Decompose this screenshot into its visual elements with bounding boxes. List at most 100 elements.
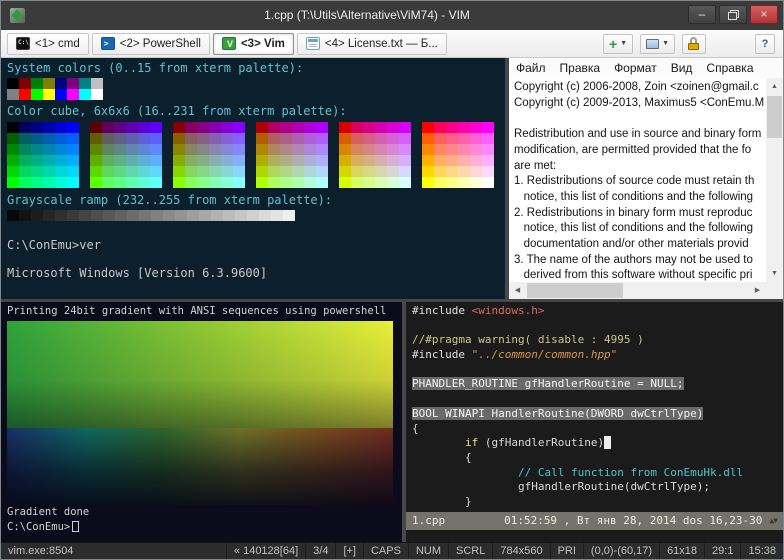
cube-swatch bbox=[138, 177, 150, 188]
cube-swatch bbox=[31, 155, 43, 166]
vertical-scrollbar[interactable]: ▲ ▼ bbox=[766, 78, 783, 282]
menu-item[interactable]: Правка bbox=[553, 58, 608, 78]
notepad-menubar: ФайлПравкаФорматВидСправка bbox=[509, 58, 783, 78]
color-cube bbox=[7, 122, 499, 188]
lock-button[interactable] bbox=[682, 34, 706, 54]
vim-code: #include <windows.h> //#pragma warning( … bbox=[412, 304, 777, 510]
cube-swatch bbox=[150, 177, 162, 188]
cube-swatch bbox=[482, 122, 494, 133]
cube-swatch bbox=[434, 166, 446, 177]
new-console-button[interactable]: + ▼ bbox=[603, 34, 633, 54]
powershell-pane[interactable]: Printing 24bit gradient with ANSI sequen… bbox=[1, 302, 402, 542]
cube-swatch bbox=[280, 144, 292, 155]
horizontal-scrollbar[interactable]: ◀ ▶ bbox=[509, 282, 766, 299]
vertical-scroll-thumb[interactable] bbox=[767, 96, 782, 138]
cube-swatch bbox=[446, 166, 458, 177]
cube-swatch bbox=[55, 122, 67, 133]
minimize-button[interactable]: – bbox=[688, 5, 716, 24]
restore-button[interactable] bbox=[719, 5, 747, 24]
cmd-pane[interactable]: System colors (0..15 from xterm palette)… bbox=[1, 58, 505, 299]
cube-swatch bbox=[197, 144, 209, 155]
scroll-up-icon[interactable]: ▲ bbox=[766, 78, 783, 95]
cube-swatch bbox=[399, 166, 411, 177]
cube-swatch bbox=[470, 133, 482, 144]
prompt-ver: C:\ConEmu>ver bbox=[7, 238, 499, 253]
scroll-right-icon[interactable]: ▶ bbox=[749, 282, 766, 299]
tab-notepad[interactable]: <4> License.txt — Б... bbox=[297, 33, 447, 55]
cube-swatch bbox=[55, 133, 67, 144]
menu-item[interactable]: Файл bbox=[509, 58, 553, 78]
vim-pane[interactable]: #include <windows.h> //#pragma warning( … bbox=[406, 302, 783, 542]
color-swatch bbox=[19, 89, 31, 100]
cube-swatch bbox=[422, 133, 434, 144]
windows-version: Microsoft Windows [Version 6.3.9600] bbox=[7, 266, 499, 281]
cube-swatch bbox=[363, 133, 375, 144]
gray-swatch bbox=[235, 210, 247, 221]
cube-swatch bbox=[114, 144, 126, 155]
cube-swatch bbox=[197, 166, 209, 177]
console-list-button[interactable]: ▼ bbox=[640, 34, 675, 54]
menu-item[interactable]: Вид bbox=[664, 58, 700, 78]
cube-swatch bbox=[102, 166, 114, 177]
tab-powershell[interactable]: <2> PowerShell bbox=[92, 33, 210, 55]
cube-swatch bbox=[197, 133, 209, 144]
gray-swatch bbox=[91, 210, 103, 221]
cube-swatch bbox=[399, 133, 411, 144]
cube-swatch bbox=[399, 122, 411, 133]
code-line: gfHandlerRoutine(dwCtrlType); bbox=[412, 480, 777, 495]
cube-swatch bbox=[138, 155, 150, 166]
cube-swatch bbox=[138, 122, 150, 133]
help-button[interactable]: ? bbox=[755, 34, 775, 54]
gray-swatch bbox=[19, 210, 31, 221]
cube-swatch bbox=[387, 133, 399, 144]
cube-swatch bbox=[482, 177, 494, 188]
statusbar-segment: NUM bbox=[408, 543, 448, 559]
cube-swatch bbox=[458, 144, 470, 155]
cube-swatch bbox=[434, 177, 446, 188]
cube-swatch bbox=[173, 122, 185, 133]
cube-swatch bbox=[280, 122, 292, 133]
tab-strip: <1> cmd<2> PowerShell<3> Vim<4> License.… bbox=[7, 33, 447, 55]
cube-swatch bbox=[126, 144, 138, 155]
code-line: PHANDLER_ROUTINE gfHandlerRoutine = NULL… bbox=[412, 377, 777, 392]
grayscale-ramp bbox=[7, 210, 499, 221]
cube-swatch bbox=[280, 133, 292, 144]
cube-swatch bbox=[7, 144, 19, 155]
cube-swatch bbox=[7, 166, 19, 177]
cube-swatch bbox=[268, 155, 280, 166]
color-cube-panel bbox=[90, 122, 162, 188]
cube-swatch bbox=[209, 155, 221, 166]
cube-swatch bbox=[55, 155, 67, 166]
system-colors-label: System colors (0..15 from xterm palette)… bbox=[7, 61, 499, 76]
cube-swatch bbox=[434, 122, 446, 133]
tab-cmd[interactable]: <1> cmd bbox=[7, 33, 89, 55]
cube-swatch bbox=[90, 155, 102, 166]
statusbar-segment: PRI bbox=[550, 543, 583, 559]
text-line: are met: bbox=[514, 159, 761, 175]
cube-swatch bbox=[90, 166, 102, 177]
titlebar[interactable]: 1.cpp (T:\Utils\Alternative\ViM74) - VIM… bbox=[1, 1, 783, 30]
gray-swatch bbox=[115, 210, 127, 221]
scroll-arrows-icon: ▲▼ bbox=[769, 514, 777, 529]
cube-swatch bbox=[458, 166, 470, 177]
tab-vim[interactable]: <3> Vim bbox=[213, 33, 294, 55]
close-button[interactable]: × bbox=[750, 5, 778, 24]
cube-swatch bbox=[209, 166, 221, 177]
gray-swatch bbox=[7, 210, 19, 221]
cube-swatch bbox=[150, 166, 162, 177]
horizontal-scroll-thumb[interactable] bbox=[527, 283, 623, 298]
menu-item[interactable]: Справка bbox=[699, 58, 760, 78]
gray-swatch bbox=[211, 210, 223, 221]
scroll-down-icon[interactable]: ▼ bbox=[766, 265, 783, 282]
cube-swatch bbox=[67, 133, 79, 144]
scroll-left-icon[interactable]: ◀ bbox=[509, 282, 526, 299]
notepad-pane[interactable]: ФайлПравкаФорматВидСправка Copyright (c)… bbox=[509, 58, 783, 299]
notepad-text[interactable]: Copyright (c) 2006-2008, Zoin <zoinen@gm… bbox=[509, 78, 766, 282]
cube-swatch bbox=[67, 155, 79, 166]
statusbar-segment: [+] bbox=[335, 543, 363, 559]
cube-swatch bbox=[316, 155, 328, 166]
menu-item[interactable]: Формат bbox=[607, 58, 664, 78]
cube-swatch bbox=[316, 144, 328, 155]
color-cube-panel bbox=[422, 122, 494, 188]
cube-swatch bbox=[233, 144, 245, 155]
